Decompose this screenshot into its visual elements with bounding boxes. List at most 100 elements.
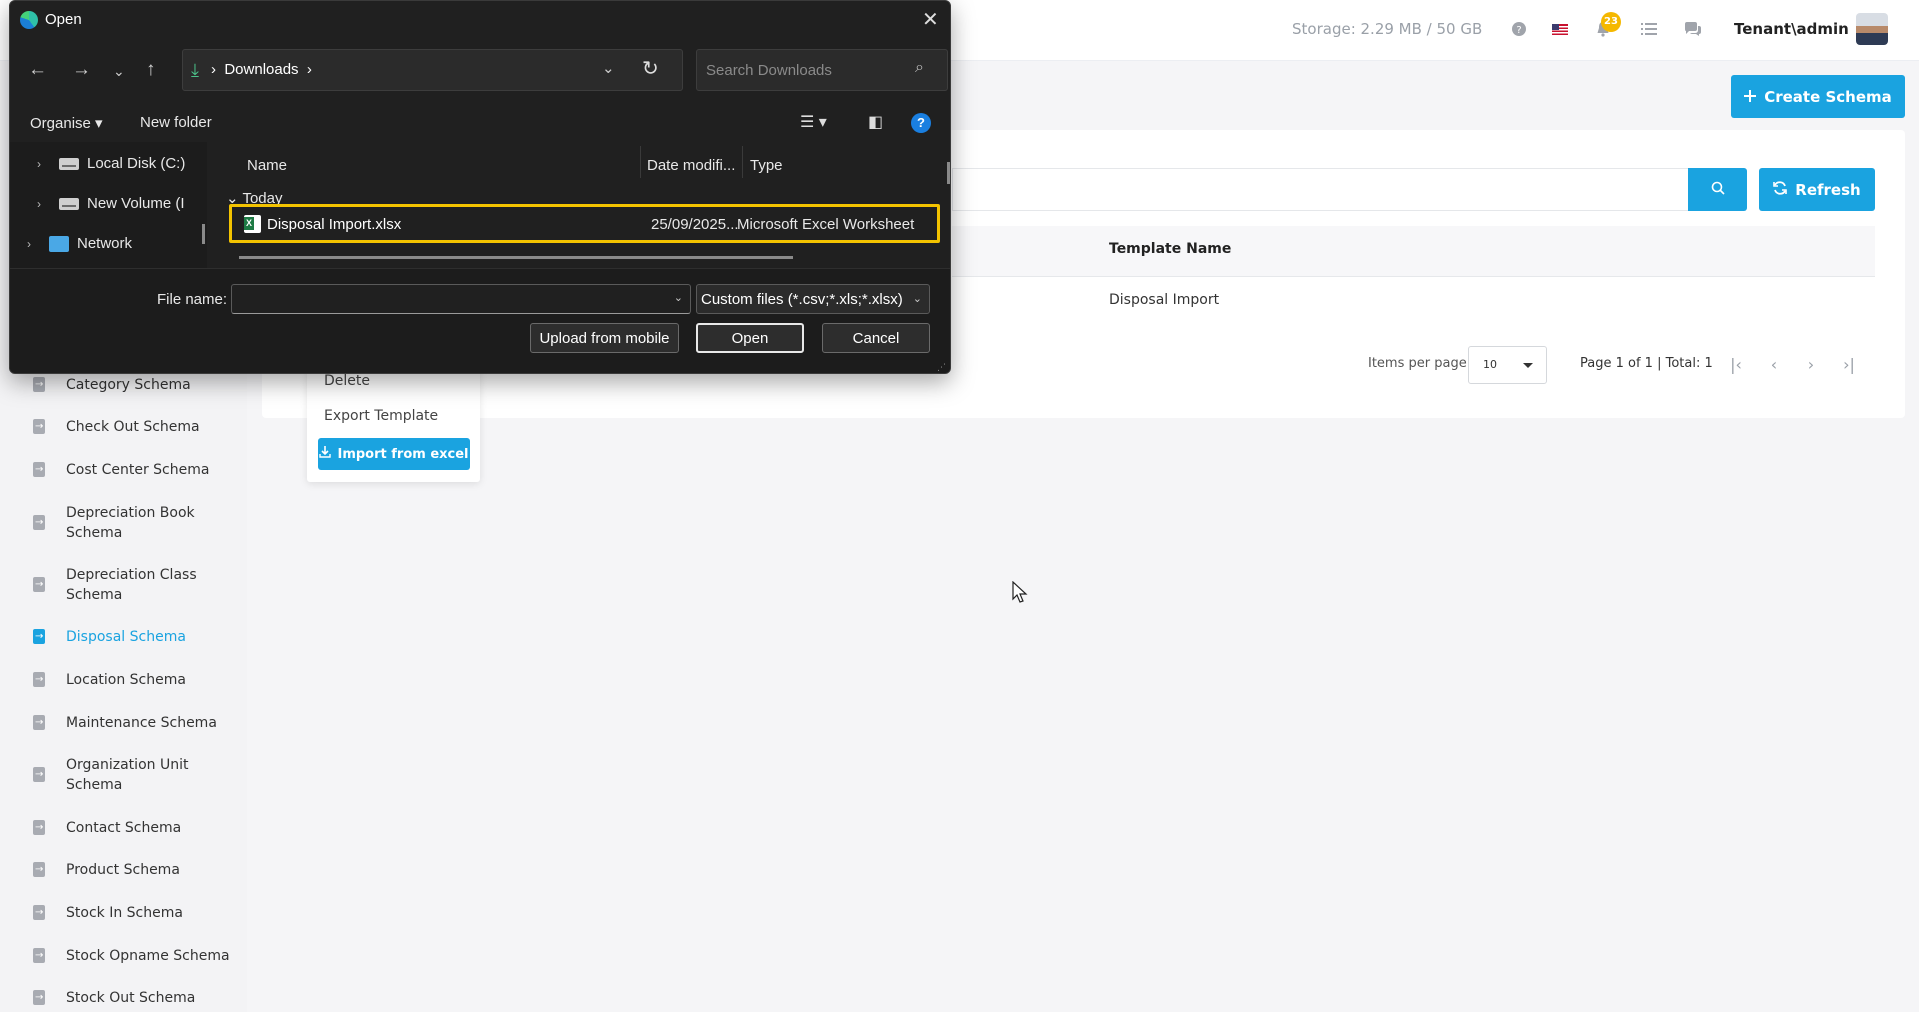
import-file-icon bbox=[32, 417, 46, 437]
import-file-icon bbox=[32, 765, 46, 785]
sidebar-item-label: Product Schema bbox=[66, 862, 180, 878]
file-type-filter-select[interactable]: Custom files (*.csv;*.xls;*.xlsx) ⌄ bbox=[696, 284, 930, 314]
sidebar-item-product-schema[interactable]: Product Schema bbox=[32, 860, 242, 880]
open-button[interactable]: Open bbox=[696, 323, 804, 353]
help-icon[interactable]: ? bbox=[911, 113, 931, 133]
file-name-label: File name: bbox=[157, 291, 228, 308]
import-file-icon bbox=[32, 627, 46, 647]
plus-icon bbox=[1744, 88, 1757, 106]
sidebar-item-organization-unit-schema[interactable]: Organization Unit Schema bbox=[32, 755, 232, 795]
navigation-pane: › Local Disk (C:) › New Volume (I › Netw… bbox=[10, 142, 207, 268]
items-per-page-select[interactable]: 10 bbox=[1468, 346, 1547, 384]
sidebar-item-maintenance-schema[interactable]: Maintenance Schema bbox=[32, 713, 242, 733]
sidebar-item-check-out-schema[interactable]: Check Out Schema bbox=[32, 417, 242, 437]
view-options-icon[interactable]: ☰ ▾ bbox=[800, 112, 827, 132]
up-arrow-icon[interactable]: ↑ bbox=[146, 59, 156, 81]
chevron-right-icon[interactable]: › bbox=[37, 197, 51, 211]
open-file-dialog: Open ✕ ← → ⌄ ↑ ⤓ › Downloads › ⌄ ↻ Searc… bbox=[9, 0, 951, 374]
file-date: 25/09/2025... bbox=[651, 216, 739, 233]
column-divider[interactable] bbox=[640, 146, 641, 178]
last-page-icon[interactable]: ›| bbox=[1837, 352, 1861, 376]
forward-arrow-icon[interactable]: → bbox=[72, 59, 91, 81]
column-header-template-name[interactable]: Template Name bbox=[1109, 241, 1231, 257]
import-file-icon bbox=[32, 988, 46, 1008]
chat-icon[interactable] bbox=[1682, 18, 1704, 40]
import-file-icon bbox=[32, 860, 46, 880]
sidebar-item-depreciation-book-schema[interactable]: Depreciation Book Schema bbox=[32, 503, 232, 543]
prev-page-icon[interactable]: ‹ bbox=[1762, 352, 1786, 376]
refresh-button[interactable]: Refresh bbox=[1759, 168, 1875, 211]
column-header-type[interactable]: Type bbox=[750, 157, 783, 174]
resize-grip-icon[interactable]: ⋰ bbox=[937, 362, 946, 373]
column-header-date[interactable]: Date modifi... bbox=[647, 157, 735, 174]
search-icon: ⌕ bbox=[915, 59, 924, 76]
chevron-down-icon[interactable]: ⌄ bbox=[602, 59, 615, 77]
preview-pane-icon[interactable]: ◧ bbox=[868, 112, 883, 132]
nav-item-label: Local Disk (C:) bbox=[87, 155, 186, 172]
us-flag-icon[interactable] bbox=[1549, 18, 1571, 40]
edge-logo-icon bbox=[20, 11, 38, 29]
sidebar-item-cost-center-schema[interactable]: Cost Center Schema bbox=[32, 460, 242, 480]
drive-icon bbox=[59, 157, 79, 170]
import-from-excel-button[interactable]: Import from excel bbox=[318, 438, 470, 470]
refresh-icon[interactable]: ↻ bbox=[642, 56, 659, 81]
sidebar-item-label: Disposal Schema bbox=[66, 629, 186, 645]
address-bar[interactable]: ⤓ › Downloads › ⌄ ↻ bbox=[182, 49, 683, 91]
first-page-icon[interactable]: |‹ bbox=[1724, 352, 1748, 376]
dialog-title: Open bbox=[45, 11, 82, 28]
nav-item-local-disk[interactable]: › Local Disk (C:) bbox=[37, 155, 185, 172]
chevron-down-icon[interactable]: ⌄ bbox=[674, 291, 683, 304]
sidebar-item-stock-opname-schema[interactable]: Stock Opname Schema bbox=[32, 946, 242, 966]
column-header-name[interactable]: Name bbox=[247, 157, 287, 174]
sidebar-item-category-schema[interactable]: Category Schema bbox=[32, 375, 242, 395]
next-page-icon[interactable]: › bbox=[1799, 352, 1823, 376]
file-row-selected[interactable]: Disposal Import.xlsx 25/09/2025... Micro… bbox=[229, 204, 940, 243]
table-header bbox=[952, 226, 1875, 277]
mouse-cursor-icon bbox=[1012, 581, 1028, 603]
column-divider[interactable] bbox=[742, 146, 743, 178]
sidebar-item-label: Stock Out Schema bbox=[66, 990, 196, 1006]
help-icon[interactable]: ? bbox=[1508, 18, 1530, 40]
export-template-menu-item[interactable]: Export Template bbox=[324, 408, 438, 424]
cancel-button[interactable]: Cancel bbox=[822, 323, 930, 353]
chevron-right-icon[interactable]: › bbox=[37, 157, 51, 171]
nav-item-new-volume[interactable]: › New Volume (I bbox=[37, 195, 185, 212]
sidebar-item-contact-schema[interactable]: Contact Schema bbox=[32, 818, 242, 838]
avatar[interactable] bbox=[1856, 13, 1888, 45]
sidebar-item-stock-in-schema[interactable]: Stock In Schema bbox=[32, 903, 242, 923]
nav-item-network[interactable]: › Network bbox=[27, 235, 132, 252]
horizontal-scrollbar[interactable] bbox=[239, 256, 793, 259]
search-input[interactable] bbox=[952, 168, 1688, 211]
new-folder-button[interactable]: New folder bbox=[140, 114, 212, 131]
close-icon[interactable]: ✕ bbox=[922, 7, 939, 32]
back-arrow-icon[interactable]: ← bbox=[28, 59, 47, 81]
organise-button[interactable]: Organise ▾ bbox=[30, 114, 103, 132]
search-button[interactable] bbox=[1688, 168, 1747, 211]
task-list-icon[interactable] bbox=[1638, 18, 1660, 40]
drive-icon bbox=[59, 197, 79, 210]
chevron-right-icon[interactable]: › bbox=[27, 237, 41, 251]
sidebar-item-label: Contact Schema bbox=[66, 820, 182, 836]
create-schema-button[interactable]: Create Schema bbox=[1731, 75, 1905, 118]
recent-locations-chevron-icon[interactable]: ⌄ bbox=[113, 63, 125, 80]
file-list: Name Date modifi... Type ⌄ Today Disposa… bbox=[209, 142, 950, 268]
storage-indicator: Storage: 2.29 MB / 50 GB bbox=[1292, 20, 1483, 38]
import-file-icon bbox=[32, 818, 46, 838]
sidebar-item-stock-out-schema[interactable]: Stock Out Schema bbox=[32, 988, 242, 1008]
breadcrumb-downloads[interactable]: Downloads bbox=[224, 61, 298, 78]
search-downloads-input[interactable]: Search Downloads ⌕ bbox=[696, 49, 948, 91]
upload-from-mobile-button[interactable]: Upload from mobile bbox=[530, 323, 679, 353]
import-file-icon bbox=[32, 460, 46, 480]
nav-scrollbar[interactable] bbox=[202, 224, 205, 244]
table-row[interactable]: Disposal Import bbox=[1109, 292, 1219, 308]
sidebar-item-location-schema[interactable]: Location Schema bbox=[32, 670, 242, 690]
vertical-scrollbar[interactable] bbox=[947, 162, 950, 184]
user-name[interactable]: Tenant\admin bbox=[1734, 20, 1849, 38]
delete-menu-item[interactable]: Delete bbox=[324, 373, 370, 389]
sidebar-item-disposal-schema[interactable]: Disposal Schema bbox=[32, 627, 242, 647]
import-file-icon bbox=[32, 375, 46, 395]
sidebar-item-depreciation-class-schema[interactable]: Depreciation Class Schema bbox=[32, 565, 232, 605]
breadcrumb[interactable]: › Downloads › bbox=[211, 61, 312, 78]
sidebar-item-label: Check Out Schema bbox=[66, 419, 200, 435]
file-name-field[interactable]: ⌄ bbox=[231, 284, 691, 314]
